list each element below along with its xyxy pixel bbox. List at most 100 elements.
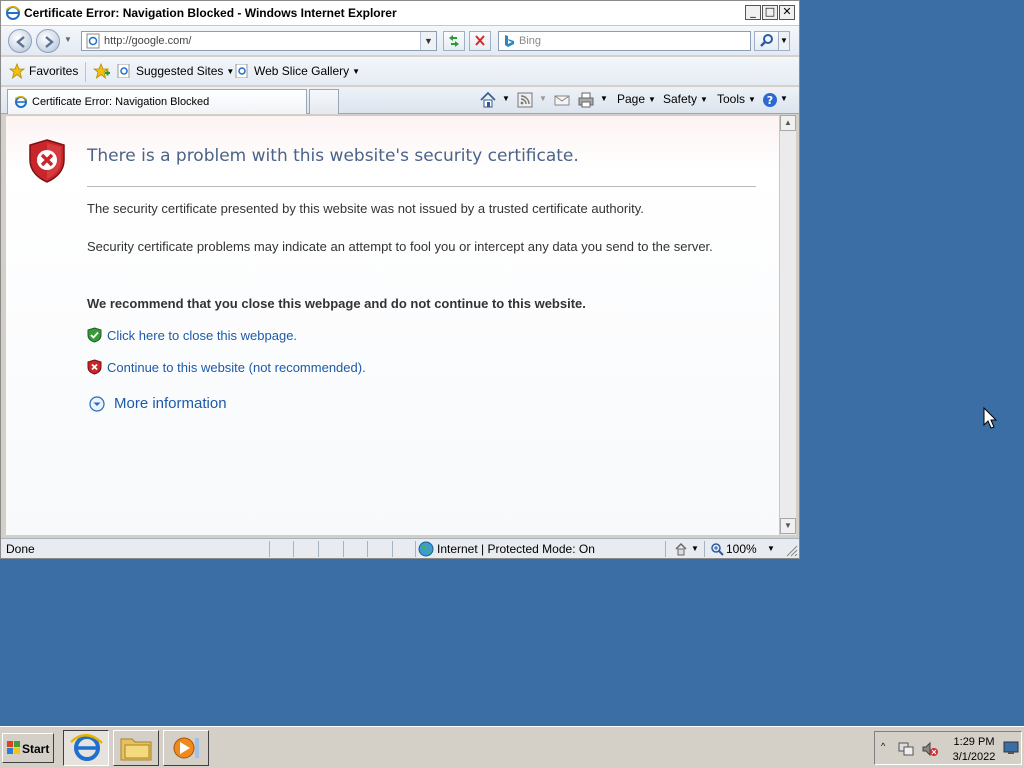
help-icon[interactable]: ? bbox=[761, 91, 779, 109]
resize-grip-icon[interactable] bbox=[786, 545, 798, 560]
safety-menu-label: Safety bbox=[663, 92, 698, 106]
tools-menu-label: Tools bbox=[717, 92, 746, 106]
suggested-sites-link[interactable]: Suggested Sites ▼ bbox=[136, 64, 234, 78]
stop-button[interactable] bbox=[469, 31, 491, 51]
feeds-icon[interactable] bbox=[516, 91, 534, 109]
zoom-level[interactable]: 100% bbox=[726, 542, 757, 556]
media-player-icon bbox=[173, 737, 199, 759]
security-zone-text[interactable]: Internet | Protected Mode: On bbox=[437, 542, 595, 556]
ie-page-icon bbox=[235, 63, 249, 81]
title-divider bbox=[87, 186, 756, 187]
search-options-dropdown-icon[interactable]: ▼ bbox=[778, 31, 790, 51]
web-slice-gallery-label: Web Slice Gallery bbox=[254, 64, 350, 78]
back-arrow-icon bbox=[16, 36, 25, 48]
clock[interactable]: 1:29 PM 3/1/2022 bbox=[951, 735, 997, 765]
continue-to-website-link[interactable]: Continue to this website (not recommende… bbox=[107, 360, 366, 375]
home-icon[interactable] bbox=[479, 91, 497, 109]
internet-explorer-icon bbox=[70, 734, 103, 761]
status-divider bbox=[392, 541, 393, 557]
add-to-favorites-icon[interactable] bbox=[92, 62, 110, 82]
start-button[interactable]: Start bbox=[2, 733, 54, 763]
url-text[interactable]: http://google.com/ bbox=[104, 35, 191, 47]
title-bar[interactable]: Certificate Error: Navigation Blocked - … bbox=[1, 1, 799, 26]
status-divider bbox=[318, 541, 319, 557]
history-dropdown-icon[interactable]: ▼ bbox=[64, 35, 72, 44]
close-window-button[interactable]: ✕ bbox=[779, 5, 795, 20]
navigation-bar: ▼ http://google.com/ ▼ Bing ▼ bbox=[1, 26, 799, 56]
status-text: Done bbox=[6, 542, 35, 556]
tab-certificate-error[interactable]: Certificate Error: Navigation Blocked bbox=[7, 89, 307, 114]
vertical-scrollbar[interactable]: ▲ ▼ bbox=[779, 115, 796, 535]
page-menu-dropdown-icon: ▼ bbox=[648, 95, 656, 104]
compatibility-view-button[interactable] bbox=[443, 31, 465, 51]
internet-globe-icon bbox=[418, 541, 434, 560]
tab-label: Certificate Error: Navigation Blocked bbox=[32, 96, 210, 108]
print-dropdown-icon[interactable]: ▼ bbox=[600, 94, 608, 103]
help-dropdown-icon[interactable]: ▼ bbox=[780, 94, 788, 103]
clock-date: 3/1/2022 bbox=[952, 751, 996, 763]
bing-icon bbox=[503, 34, 515, 51]
page-title: There is a problem with this website's s… bbox=[87, 146, 579, 166]
red-shield-icon bbox=[87, 359, 102, 378]
scroll-down-arrow-icon[interactable]: ▼ bbox=[780, 518, 796, 534]
web-slice-gallery-dropdown-icon: ▼ bbox=[352, 67, 361, 76]
status-divider bbox=[293, 541, 294, 557]
back-button[interactable] bbox=[8, 29, 32, 53]
zoom-dropdown-icon[interactable]: ▼ bbox=[767, 544, 775, 553]
search-button[interactable] bbox=[754, 31, 780, 51]
search-box[interactable]: Bing bbox=[498, 31, 751, 51]
more-information-link[interactable]: More information bbox=[114, 395, 227, 412]
ie-page-icon bbox=[117, 63, 131, 81]
error-shield-icon bbox=[27, 138, 67, 187]
address-dropdown-icon[interactable]: ▼ bbox=[420, 32, 436, 50]
home-dropdown-icon[interactable]: ▼ bbox=[502, 94, 510, 103]
recommendation-text: We recommend that you close this webpage… bbox=[87, 296, 586, 311]
tools-menu-dropdown-icon: ▼ bbox=[748, 95, 756, 104]
taskbar: Start ^ 1:29 PM 3/1/2022 bbox=[0, 726, 1024, 768]
tools-menu[interactable]: Tools ▼ bbox=[717, 92, 756, 106]
stop-icon bbox=[475, 35, 485, 46]
search-placeholder[interactable]: Bing bbox=[519, 35, 541, 47]
web-slice-gallery-link[interactable]: Web Slice Gallery ▼ bbox=[254, 64, 360, 78]
status-divider bbox=[343, 541, 344, 557]
close-webpage-link[interactable]: Click here to close this webpage. bbox=[107, 328, 297, 343]
read-mail-icon[interactable] bbox=[553, 91, 571, 109]
favorites-star-icon bbox=[8, 62, 26, 82]
refresh-icon bbox=[449, 35, 459, 47]
zoom-icon[interactable] bbox=[710, 542, 724, 559]
clock-time: 1:29 PM bbox=[953, 736, 995, 748]
safety-menu[interactable]: Safety ▼ bbox=[663, 92, 708, 106]
taskbar-windows-explorer[interactable] bbox=[113, 730, 159, 766]
mouse-cursor-icon bbox=[983, 406, 999, 434]
new-tab-button[interactable] bbox=[309, 89, 339, 114]
taskbar-internet-explorer[interactable] bbox=[63, 730, 109, 766]
maximize-button[interactable]: □ bbox=[762, 5, 778, 20]
system-tray: ^ 1:29 PM 3/1/2022 bbox=[874, 731, 1022, 765]
network-icon[interactable] bbox=[897, 740, 915, 761]
protected-mode-dropdown-icon[interactable]: ▼ bbox=[691, 544, 699, 553]
page-content: There is a problem with this website's s… bbox=[6, 115, 779, 535]
forward-arrow-icon bbox=[45, 36, 54, 48]
page-menu[interactable]: Page ▼ bbox=[617, 92, 656, 106]
status-divider bbox=[269, 541, 270, 557]
feeds-dropdown-icon[interactable]: ▼ bbox=[539, 94, 547, 103]
print-icon[interactable] bbox=[577, 91, 595, 109]
show-hidden-icons-chevron-icon[interactable]: ^ bbox=[881, 741, 885, 751]
minimize-button[interactable]: _ bbox=[745, 5, 761, 20]
protected-mode-icon[interactable] bbox=[673, 541, 689, 560]
start-label: Start bbox=[22, 742, 50, 756]
forward-button[interactable] bbox=[36, 29, 60, 53]
expand-chevron-icon[interactable] bbox=[89, 396, 105, 415]
address-bar[interactable]: http://google.com/ ▼ bbox=[81, 31, 437, 51]
taskbar-windows-media-player[interactable] bbox=[163, 730, 209, 766]
scroll-up-arrow-icon[interactable]: ▲ bbox=[780, 115, 796, 131]
ie-logo-icon bbox=[5, 5, 21, 21]
page-menu-label: Page bbox=[617, 92, 646, 106]
volume-muted-icon[interactable] bbox=[921, 740, 939, 761]
windows-logo-icon bbox=[6, 740, 21, 758]
status-bar: Done Internet | Protected Mode: On ▼ 100… bbox=[1, 538, 799, 558]
favorites-separator bbox=[85, 62, 86, 82]
favorites-button[interactable]: Favorites bbox=[29, 64, 78, 78]
tab-command-bar: Certificate Error: Navigation Blocked ▼ … bbox=[1, 87, 799, 114]
show-desktop-icon[interactable] bbox=[1003, 741, 1019, 758]
